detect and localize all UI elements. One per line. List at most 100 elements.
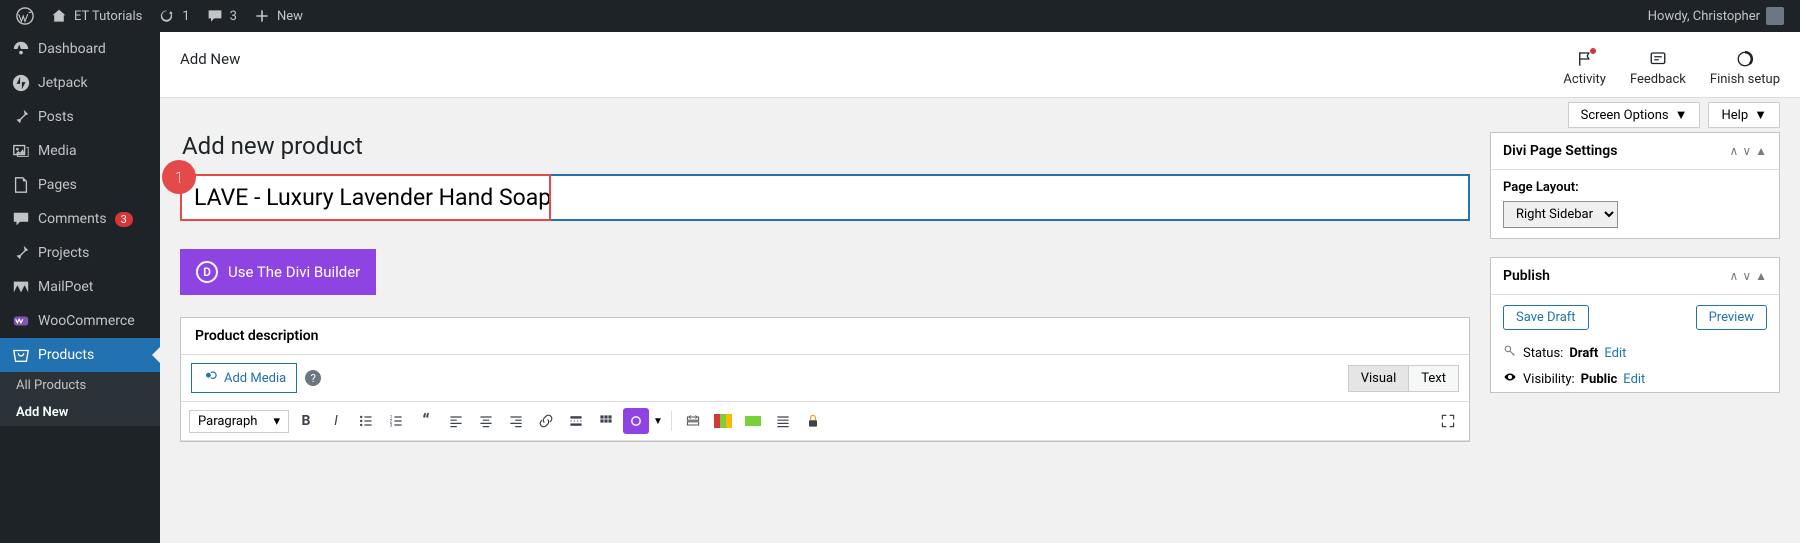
chevron-down-icon: ▼	[1675, 107, 1688, 123]
site-name-label: ET Tutorials	[74, 9, 142, 24]
eye-icon	[1503, 370, 1517, 388]
link-button[interactable]	[533, 408, 559, 434]
account-menu[interactable]: Howdy, Christopher	[1640, 0, 1792, 32]
wp-logo-menu[interactable]	[8, 0, 42, 32]
screen-options-label: Screen Options	[1581, 108, 1669, 123]
screen-options-button[interactable]: Screen Options ▼	[1568, 102, 1701, 128]
divi-button-label: Use The Divi Builder	[228, 263, 360, 281]
format-label: Paragraph	[198, 414, 257, 429]
sidebar-item-pages[interactable]: Pages	[0, 168, 160, 202]
page-layout-label: Page Layout:	[1503, 180, 1767, 195]
sidebar-item-products[interactable]: Products	[0, 338, 160, 372]
submenu-all-products[interactable]: All Products	[0, 372, 160, 399]
chevron-up-icon[interactable]: ∧	[1730, 269, 1739, 283]
align-center-button[interactable]	[473, 408, 499, 434]
finish-label: Finish setup	[1710, 72, 1780, 87]
divi-builder-button[interactable]: DUse The Divi Builder	[180, 249, 376, 295]
sidebar-item-jetpack[interactable]: Jetpack	[0, 66, 160, 100]
italic-button[interactable]: I	[323, 408, 349, 434]
greeting-text: Howdy, Christopher	[1648, 9, 1760, 24]
sidebar-label: Comments	[38, 211, 107, 227]
edit-status-link[interactable]: Edit	[1604, 346, 1626, 361]
edit-visibility-link[interactable]: Edit	[1623, 372, 1645, 387]
number-list-button[interactable]: 123	[383, 408, 409, 434]
dashboard-icon	[12, 40, 30, 58]
feedback-button[interactable]: Feedback	[1630, 50, 1686, 87]
sidebar-item-posts[interactable]: Posts	[0, 100, 160, 134]
products-submenu: All Products Add New	[0, 372, 160, 426]
comment-icon	[206, 7, 224, 25]
sidebar-item-mailpoet[interactable]: MailPoet	[0, 270, 160, 304]
sidebar-item-woocommerce[interactable]: WooCommerce	[0, 304, 160, 338]
feedback-label: Feedback	[1630, 72, 1686, 87]
visual-tab[interactable]: Visual	[1348, 365, 1410, 392]
sidebar-label: Products	[38, 347, 94, 363]
mailpoet-icon	[12, 278, 30, 296]
page-icon	[12, 176, 30, 194]
activity-label: Activity	[1563, 72, 1606, 87]
new-content-link[interactable]: New	[245, 0, 311, 32]
bold-button[interactable]: B	[293, 408, 319, 434]
save-draft-button[interactable]: Save Draft	[1503, 305, 1589, 330]
toggle-icon[interactable]: ▲	[1755, 269, 1767, 283]
wordpress-icon	[16, 7, 34, 25]
shortcode-button[interactable]	[623, 408, 649, 434]
lock-button[interactable]	[800, 408, 826, 434]
help-icon[interactable]: ?	[305, 370, 321, 386]
chevron-down-icon[interactable]: ∨	[1742, 269, 1751, 283]
align-justify-button[interactable]	[770, 408, 796, 434]
sidebar-item-dashboard[interactable]: Dashboard	[0, 32, 160, 66]
sidebar-label: Pages	[38, 177, 77, 193]
divi-settings-box: Divi Page Settings ∧∨▲ Page Layout: Righ…	[1490, 132, 1780, 239]
sidebar-item-media[interactable]: Media	[0, 134, 160, 168]
color-blocks-button[interactable]	[710, 408, 736, 434]
sidebar-label: Projects	[38, 245, 89, 261]
sidebar-label: MailPoet	[38, 279, 93, 295]
sidebar-item-comments[interactable]: Comments 3	[0, 202, 160, 236]
projects-icon	[12, 244, 30, 262]
text-tab[interactable]: Text	[1409, 365, 1459, 392]
sidebar-label: Media	[38, 143, 77, 159]
admin-sidebar: Dashboard Jetpack Posts Media Pages Comm…	[0, 32, 160, 543]
chevron-down-icon: ▾	[273, 414, 280, 429]
status-value: Draft	[1569, 346, 1598, 361]
comment-icon	[12, 210, 30, 228]
toggle-icon[interactable]: ▲	[1755, 144, 1767, 158]
add-media-button[interactable]: Add Media	[191, 363, 297, 393]
format-select[interactable]: Paragraph ▾	[189, 410, 289, 433]
preview-button[interactable]: Preview	[1696, 305, 1767, 330]
help-button[interactable]: Help ▼	[1708, 102, 1780, 128]
highlight-button[interactable]	[740, 408, 766, 434]
finish-setup-button[interactable]: Finish setup	[1710, 50, 1780, 87]
annotation-badge: 1	[162, 160, 196, 194]
updates-link[interactable]: 1	[150, 0, 197, 32]
comments-link[interactable]: 3	[198, 0, 245, 32]
align-left-button[interactable]	[443, 408, 469, 434]
chevron-down-icon[interactable]: ▼	[653, 416, 663, 427]
comments-badge: 3	[115, 212, 133, 227]
activity-button[interactable]: Activity	[1563, 50, 1606, 87]
sidebar-item-projects[interactable]: Projects	[0, 236, 160, 270]
toolbar-toggle-button[interactable]	[593, 408, 619, 434]
chevron-up-icon[interactable]: ∧	[1730, 144, 1739, 158]
product-title-input[interactable]	[180, 174, 1470, 221]
comment-count: 3	[230, 9, 237, 24]
help-label: Help	[1721, 108, 1748, 123]
align-right-button[interactable]	[503, 408, 529, 434]
page-layout-select[interactable]: Right Sidebar	[1503, 201, 1618, 228]
bullet-list-button[interactable]	[353, 408, 379, 434]
more-button[interactable]	[563, 408, 589, 434]
site-name-link[interactable]: ET Tutorials	[42, 0, 150, 32]
fullscreen-button[interactable]	[1435, 408, 1461, 434]
sidebar-label: Dashboard	[38, 41, 106, 57]
chevron-down-icon: ▼	[1754, 107, 1767, 123]
chevron-down-icon[interactable]: ∨	[1742, 144, 1751, 158]
publish-title: Publish	[1503, 268, 1550, 284]
submenu-add-new[interactable]: Add New	[0, 399, 160, 426]
svg-text:3: 3	[390, 423, 393, 429]
row-button[interactable]	[680, 408, 706, 434]
pin-icon	[12, 108, 30, 126]
woocommerce-icon	[12, 312, 30, 330]
home-icon	[50, 7, 68, 25]
quote-button[interactable]: “	[413, 408, 439, 434]
